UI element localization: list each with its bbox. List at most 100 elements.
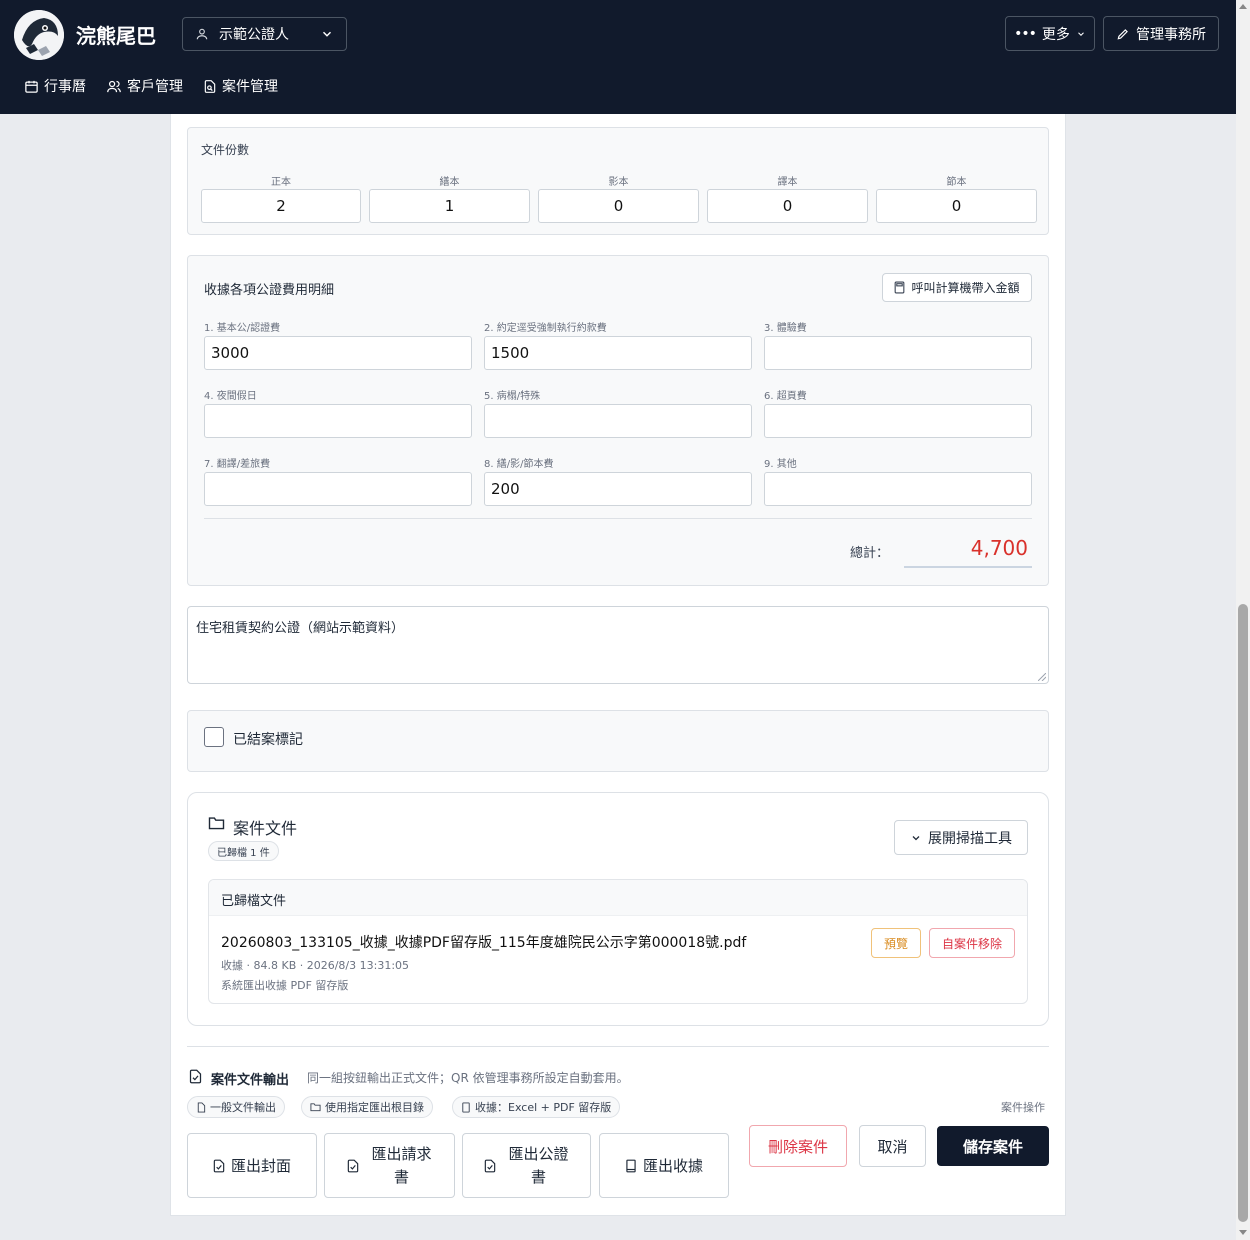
fee-sickbed-input[interactable] [484,404,752,438]
fee-label: 3. 體驗費 [764,323,807,334]
file-search-icon [203,79,217,94]
fee-experience-input[interactable] [764,336,1032,370]
closed-panel: 已結案標記 [187,710,1049,772]
fee-label: 2. 約定逕受強制執行約款費 [484,323,607,334]
cancel-button[interactable]: 取消 [859,1125,926,1167]
fee-label: 8. 繕/影/節本費 [484,459,554,470]
save-case-button[interactable]: 儲存案件 [937,1126,1049,1166]
copies-label-transcript: 繕本 [439,177,460,188]
nav-cases[interactable]: 案件管理 [203,76,278,96]
export-title: 案件文件輸出 [211,1073,290,1088]
raccoon-logo[interactable] [14,10,64,60]
archived-count-text: 已歸檔 1 件 [217,847,270,859]
nav-calendar[interactable]: 行事曆 [24,76,86,96]
section-divider [187,1046,1049,1047]
fee-label: 1. 基本公/認證費 [204,323,281,334]
case-note-text: 住宅租賃契約公證（網站示範資料） [196,621,405,636]
scroll-down-icon[interactable] [1239,1230,1247,1235]
copies-original-input[interactable]: 2 [201,189,361,223]
archived-documents-list: 已歸檔文件 20260803_133105_收據_收據PDF留存版_115年度雄… [208,879,1028,1004]
copies-label-original: 正本 [271,177,291,188]
remove-label: 自案件移除 [941,936,1002,951]
users-icon [106,79,122,94]
file-check-icon [484,1159,496,1173]
fees-panel: 收據各項公證費用明細 呼叫計算機帶入金額 1. 基本公/認證費 3000 2. … [187,255,1049,586]
save-case-label: 儲存案件 [962,1137,1023,1156]
fee-label: 5. 病榻/特殊 [484,391,541,402]
nav-clients[interactable]: 客戶管理 [106,76,183,96]
scrollbar-thumb[interactable] [1238,604,1248,1222]
delete-case-button[interactable]: 刪除案件 [749,1125,847,1167]
case-actions-label: 案件操作 [1001,1101,1045,1114]
brand-name: 浣熊尾巴 [76,24,156,48]
export-notarial-deed-label-line: 書 [530,1167,546,1186]
main-nav: 行事曆 客戶管理 案件管理 [24,76,278,96]
document-preview-button[interactable]: 預覽 [871,928,921,958]
fee-other-input[interactable] [764,472,1032,506]
ellipsis-icon: ••• [1014,25,1037,42]
folder-icon [208,816,225,830]
archived-count-badge: 已歸檔 1 件 [208,841,279,861]
cancel-label: 取消 [877,1137,908,1156]
user-select-value: 示範公證人 [219,27,289,43]
resize-handle-icon[interactable] [1038,673,1046,681]
fee-label: 6. 超頁費 [764,391,807,402]
notary-user-select[interactable]: 示範公證人 [182,17,347,51]
chevron-down-icon [1076,29,1086,39]
export-notarial-deed-label: 匯出公證 書 [508,1143,568,1189]
export-cover-label: 匯出封面 [230,1157,291,1175]
folder-open-icon [310,1102,321,1112]
user-icon [195,27,209,41]
export-hint: 同一組按鈕輸出正式文件；QR 依管理事務所設定自動套用。 [307,1071,629,1085]
copies-panel: 文件份數 正本 2 繕本 1 影本 0 譯本 0 節本 0 [187,127,1049,235]
export-request-label-line: 匯出請求 [371,1144,432,1163]
document-description: 系統匯出收據 PDF 留存版 [221,979,349,992]
export-cover-button[interactable]: 匯出封面 [187,1133,317,1198]
export-receipt-label: 匯出收據 [642,1157,703,1175]
fee-translation-travel-input[interactable] [204,472,472,506]
export-request-button[interactable]: 匯出請求 書 [324,1133,455,1198]
copies-excerpt-input[interactable]: 0 [876,189,1037,223]
book-icon [461,1101,471,1113]
case-note-textarea[interactable]: 住宅租賃契約公證（網站示範資料） [187,606,1049,684]
book-icon [625,1159,637,1173]
export-receipt-button[interactable]: 匯出收據 [599,1133,729,1198]
nav-label: 客戶管理 [127,79,183,95]
expand-scan-label: 展開掃描工具 [928,830,1012,847]
top-navbar: 浣熊尾巴 示範公證人 ••• 更多 管理事務所 行事曆 客戶管理 案件管理 [0,0,1236,114]
export-notarial-deed-button[interactable]: 匯出公證 書 [462,1133,591,1198]
fee-label: 9. 其他 [764,459,797,470]
calculator-label: 呼叫計算機帶入金額 [911,281,1020,295]
fee-night-holiday-input[interactable] [204,404,472,438]
export-root-pill: 使用指定匯出根目錄 [301,1096,433,1118]
archived-list-title: 已歸檔文件 [209,880,1027,916]
fee-overpage-input[interactable] [764,404,1032,438]
export-pill-label: 收據：Excel + PDF 留存版 [475,1101,612,1114]
calculator-button[interactable]: 呼叫計算機帶入金額 [882,273,1032,302]
total-label: 總計： [850,546,890,561]
file-check-icon [189,1069,202,1084]
chevron-down-icon [910,832,922,844]
delete-case-label: 刪除案件 [767,1137,828,1156]
document-meta: 收據 · 84.8 KB · 2026/8/3 13:31:05 [221,959,410,972]
copies-translation-input[interactable]: 0 [707,189,868,223]
copies-transcript-input[interactable]: 1 [369,189,530,223]
total-value: 4,700 [904,534,1032,568]
document-remove-button[interactable]: 自案件移除 [929,928,1015,958]
document-filename[interactable]: 20260803_133105_收據_收據PDF留存版_115年度雄院民公示字第… [221,932,746,952]
pencil-icon [1116,27,1130,41]
manage-label: 管理事務所 [1136,26,1206,43]
fee-enforcement-input[interactable]: 1500 [484,336,752,370]
fee-basic-input[interactable]: 3000 [204,336,472,370]
fee-label: 4. 夜間假日 [204,391,257,402]
copies-photocopy-input[interactable]: 0 [538,189,699,223]
file-icon [196,1101,206,1113]
scroll-up-icon[interactable] [1239,4,1247,9]
fee-copies-input[interactable]: 200 [484,472,752,506]
closed-checkbox[interactable] [204,727,224,747]
export-mode-pill: 一般文件輸出 [187,1096,285,1118]
calendar-icon [24,79,39,94]
expand-scan-tools-button[interactable]: 展開掃描工具 [894,820,1028,855]
manage-office-button[interactable]: 管理事務所 [1103,16,1219,51]
more-menu-button[interactable]: ••• 更多 [1005,16,1095,51]
